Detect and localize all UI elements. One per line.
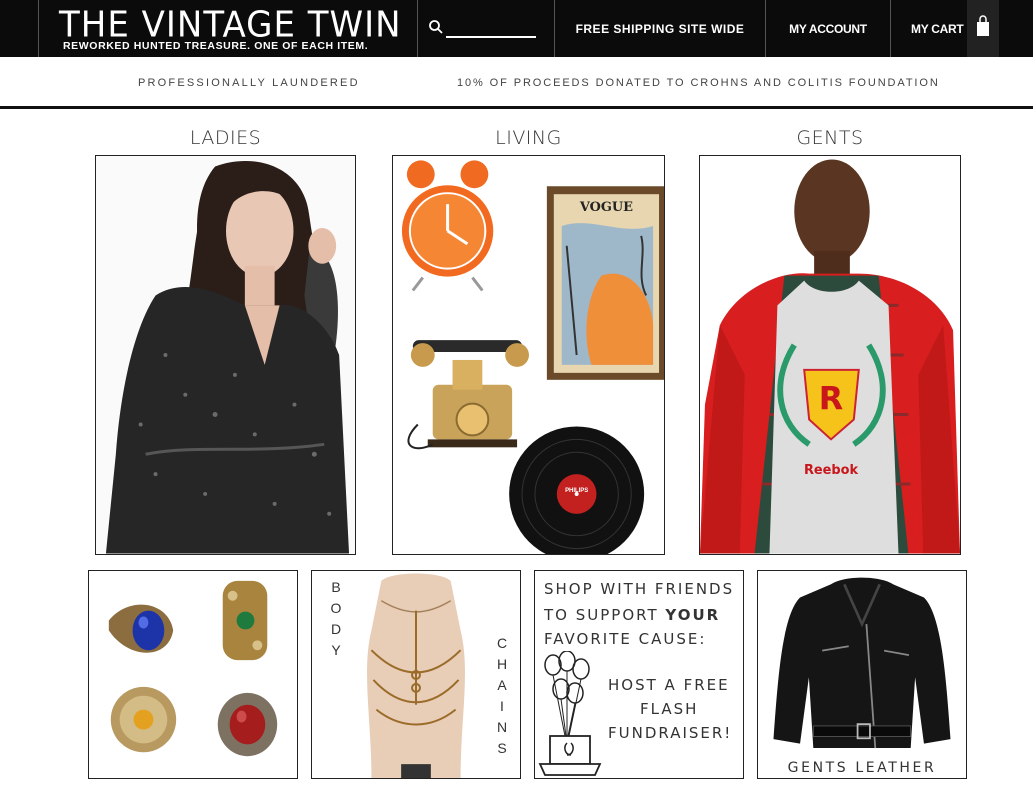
body-letter: B <box>331 579 341 595</box>
search-box[interactable] <box>418 0 555 57</box>
gents-leather-category-image[interactable]: GENTS LEATHER <box>757 570 967 779</box>
category-title-ladies[interactable]: LADIES <box>95 127 356 149</box>
ring-amber-stone-icon <box>110 686 177 753</box>
shirt-letter: R <box>819 382 843 418</box>
chains-letter: A <box>497 677 507 693</box>
search-icon[interactable] <box>428 19 444 35</box>
my-cart-label: MY CART <box>911 21 964 36</box>
donation-notice: 10% OF PROCEEDS DONATED TO CROHNS AND CO… <box>457 77 940 89</box>
shirt-brand-text: Reebok <box>804 463 858 478</box>
body-letter: D <box>330 621 342 637</box>
living-category-image[interactable]: VOGUE PHILIPS <box>392 155 665 555</box>
search-input[interactable] <box>446 22 536 38</box>
body-letter: Y <box>331 642 341 658</box>
vintage-home-goods-illustration: VOGUE PHILIPS <box>393 156 664 554</box>
man-in-red-cardigan-illustration: R Reebok <box>700 156 960 554</box>
ring-green-stone-icon <box>222 580 268 661</box>
promo-line-4: HOST A FREE <box>608 676 730 694</box>
chains-letter: H <box>496 656 508 672</box>
free-shipping-link[interactable]: FREE SHIPPING SITE WIDE <box>555 0 766 57</box>
gents-leather-label: GENTS LEATHER <box>787 760 937 776</box>
promo-line-3: FAVORITE CAUSE: <box>544 630 707 648</box>
brand-logo[interactable]: THE VINTAGE TWIN REWORKED HUNTED TREASUR… <box>38 0 418 57</box>
fundraiser-promo-tile[interactable]: SHOP WITH FRIENDS TO SUPPORT YOUR FAVORI… <box>534 570 744 779</box>
gents-category-image[interactable]: R Reebok <box>699 155 961 555</box>
promo-line-2a: TO SUPPORT <box>544 606 666 624</box>
chains-letter: C <box>496 635 508 651</box>
ring-red-stone-icon <box>217 692 278 757</box>
leather-jacket-illustration <box>769 571 955 756</box>
category-title-gents[interactable]: GENTS <box>699 127 961 149</box>
my-cart-link[interactable]: MY CART <box>891 0 999 57</box>
woman-in-sequin-dress-illustration <box>96 156 355 554</box>
category-title-living[interactable]: LIVING <box>392 127 665 149</box>
body-chains-category-image[interactable]: B O D Y C H A I N S <box>311 570 521 779</box>
promo-line-1: SHOP WITH FRIENDS <box>544 580 735 598</box>
poster-text: VOGUE <box>579 200 633 215</box>
chains-letter: N <box>496 719 508 735</box>
vintage-rings-illustration <box>89 571 297 778</box>
promo-line-2: TO SUPPORT YOUR <box>544 606 720 624</box>
promo-line-5: FLASH <box>640 700 699 718</box>
chains-letter: I <box>500 698 504 714</box>
laundered-notice: PROFESSIONALLY LAUNDERED <box>138 77 360 89</box>
brand-tagline: REWORKED HUNTED TREASURE. ONE OF EACH IT… <box>63 40 369 52</box>
body-letter: O <box>330 600 342 616</box>
rings-category-image[interactable] <box>88 570 298 779</box>
top-navigation-bar: THE VINTAGE TWIN REWORKED HUNTED TREASUR… <box>0 0 1033 57</box>
shopping-bag-icon[interactable] <box>967 0 999 57</box>
chains-letter: S <box>497 740 507 756</box>
body-vertical-label: B O D Y <box>328 577 344 661</box>
ladies-category-image[interactable] <box>95 155 356 555</box>
balloons-laptop-icon <box>538 651 602 776</box>
promo-line-2b: YOUR <box>665 606 721 624</box>
my-account-link[interactable]: MY ACCOUNT <box>766 0 891 57</box>
chains-vertical-label: C H A I N S <box>494 633 510 759</box>
info-bar: PROFESSIONALLY LAUNDERED 10% OF PROCEEDS… <box>0 57 1033 109</box>
promo-line-6: FUNDRAISER! <box>608 724 733 742</box>
